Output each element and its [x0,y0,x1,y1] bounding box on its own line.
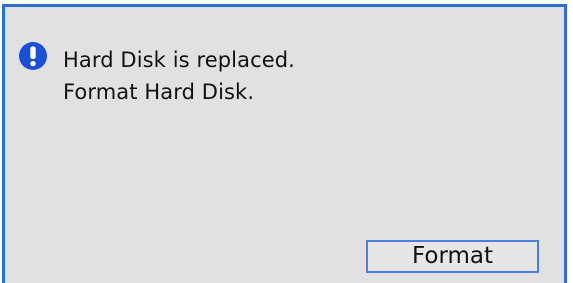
message-line-1: Hard Disk is replaced. [63,48,295,72]
message-line-2: Format Hard Disk. [63,80,255,104]
dialog-message: Hard Disk is replaced. Format Hard Disk. [63,44,295,108]
format-button[interactable]: Format [366,240,539,273]
format-dialog: Hard Disk is replaced. Format Hard Disk.… [2,4,567,283]
exclamation-circle-icon [19,42,47,70]
